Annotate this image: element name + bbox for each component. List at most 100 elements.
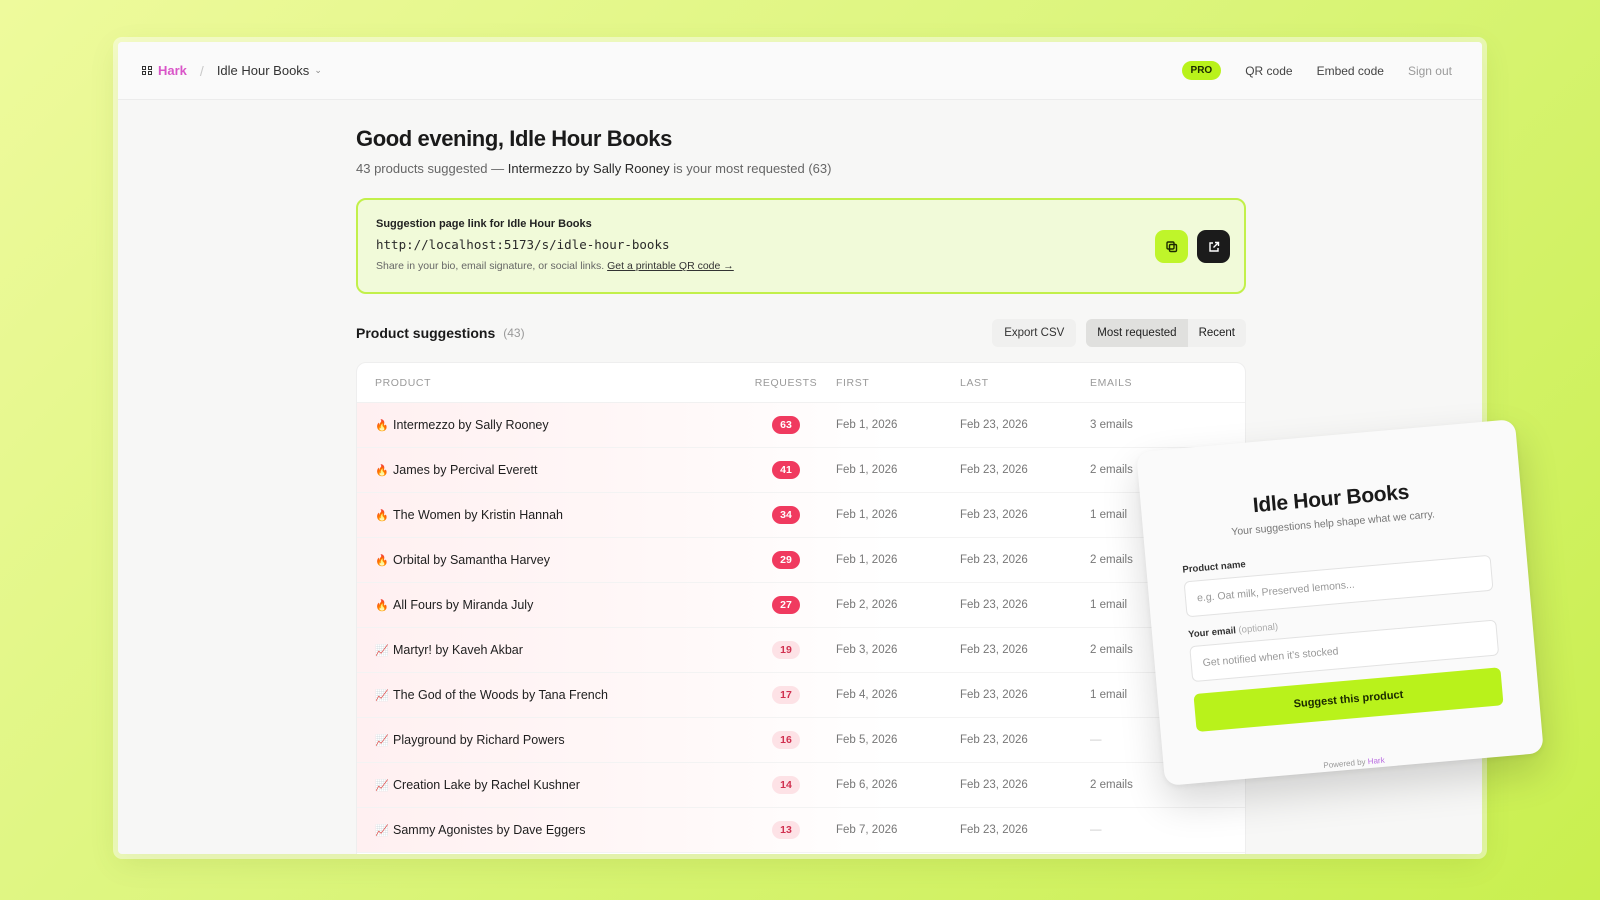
cell-product: 🔥 Intermezzo by Sally Rooney [357, 418, 742, 432]
suggestions-count: (43) [503, 326, 525, 340]
copy-link-button[interactable] [1155, 230, 1188, 263]
top-nav: PRO QR code Embed code Sign out [1181, 61, 1452, 80]
cell-requests: 63 [742, 416, 830, 434]
cell-last: Feb 23, 2026 [960, 554, 1028, 566]
suggestion-widget-preview: Idle Hour Books Your suggestions help sh… [1136, 419, 1544, 786]
product-name: Sammy Agonistes by Dave Eggers [393, 823, 586, 837]
powered-by-brand[interactable]: Hark [1367, 756, 1385, 766]
cell-requests: 34 [742, 506, 830, 524]
sign-out-link[interactable]: Sign out [1408, 64, 1452, 78]
col-first[interactable]: FIRST [830, 377, 960, 389]
table-row[interactable]: 📈 Playground by Richard Powers 16 Feb 5, 20… [357, 718, 1245, 763]
cell-first: Feb 1, 2026 [836, 419, 898, 431]
sort-most-requested-button[interactable]: Most requested [1086, 319, 1188, 347]
email-label-text: Your email [1187, 625, 1237, 641]
suggestion-url[interactable]: http://localhost:5173/s/idle-hour-books [376, 237, 1226, 252]
table-row[interactable]: 🔥 All Fours by Miranda July 27 Feb 2, 2026 F… [357, 583, 1245, 628]
table-row[interactable]: 🔥 James by Percival Everett 41 Feb 1, 2026 F… [357, 448, 1245, 493]
product-name: Martyr! by Kaveh Akbar [393, 643, 523, 657]
export-csv-button[interactable]: Export CSV [992, 319, 1077, 347]
powered-by-text: Powered by [1323, 757, 1366, 771]
requests-badge: 27 [772, 596, 800, 614]
fire-icon: 🔥 [375, 554, 389, 567]
cell-requests: 16 [742, 731, 830, 749]
trending-icon: 📈 [375, 689, 389, 702]
table-row[interactable]: 🔥 Intermezzo by Sally Rooney 63 Feb 1, 2026… [357, 403, 1245, 448]
brand-logo[interactable]: Hark [142, 63, 187, 78]
requests-badge: 17 [772, 686, 800, 704]
col-last[interactable]: LAST [960, 377, 1090, 389]
copy-icon [1165, 240, 1177, 252]
suggestions-actions: Export CSV Most requested Recent [992, 319, 1246, 347]
page-title: Good evening, Idle Hour Books [356, 126, 672, 151]
fire-icon: 🔥 [375, 599, 389, 612]
cell-product: 🔥 James by Percival Everett [357, 463, 742, 477]
external-link-icon [1208, 241, 1219, 252]
open-link-button[interactable] [1197, 230, 1230, 263]
embed-code-link[interactable]: Embed code [1317, 64, 1384, 78]
table-body: 🔥 Intermezzo by Sally Rooney 63 Feb 1, 2026… [357, 403, 1245, 853]
main-content: Good evening, Idle Hour Books 43 product… [356, 126, 1246, 854]
suggestions-header: Product suggestions (43) Export CSV Most… [356, 318, 1246, 348]
cell-product: 📈 Playground by Richard Powers [357, 733, 742, 747]
fire-icon: 🔥 [375, 509, 389, 522]
qr-code-link[interactable]: QR code [1245, 64, 1292, 78]
product-name: The Women by Kristin Hannah [393, 508, 563, 522]
sort-recent-button[interactable]: Recent [1188, 319, 1246, 347]
trending-icon: 📈 [375, 824, 389, 837]
cell-last: Feb 23, 2026 [960, 734, 1028, 746]
topbar: Hark / Idle Hour Books ⌄ PRO QR code Emb… [118, 42, 1482, 100]
requests-badge: 63 [772, 416, 800, 434]
requests-badge: 16 [772, 731, 800, 749]
table-row[interactable]: 📈 Sammy Agonistes by Dave Eggers 13 Feb 7, … [357, 808, 1245, 853]
breadcrumb-separator: / [199, 62, 204, 79]
table-row[interactable]: 📈 The God of the Woods by Tana French 17 Fe… [357, 673, 1245, 718]
cell-requests: 13 [742, 821, 830, 839]
brand-name: Hark [158, 63, 187, 78]
table-header: PRODUCT REQUESTS FIRST LAST EMAILS [357, 363, 1245, 403]
cell-requests: 41 [742, 461, 830, 479]
chevron-down-icon: ⌄ [314, 65, 322, 75]
cell-requests: 19 [742, 641, 830, 659]
cell-requests: 14 [742, 776, 830, 794]
trending-icon: 📈 [375, 779, 389, 792]
link-card-help: Share in your bio, email signature, or s… [376, 260, 1226, 272]
subtitle-prefix: 43 products suggested — [356, 161, 508, 176]
pro-badge: PRO [1181, 61, 1222, 80]
cell-product: 🔥 Orbital by Samantha Harvey [357, 553, 742, 567]
cell-first: Feb 4, 2026 [836, 689, 898, 701]
requests-badge: 29 [772, 551, 800, 569]
link-card-title: Suggestion page link for Idle Hour Books [376, 218, 592, 230]
cell-requests: 29 [742, 551, 830, 569]
cell-requests: 17 [742, 686, 830, 704]
product-name: Playground by Richard Powers [393, 733, 565, 747]
table-row[interactable]: 🔥 Orbital by Samantha Harvey 29 Feb 1, 2026… [357, 538, 1245, 583]
requests-badge: 19 [772, 641, 800, 659]
product-name: Orbital by Samantha Harvey [393, 553, 551, 567]
suggestion-link-card: Suggestion page link for Idle Hour Books… [356, 198, 1246, 294]
cell-product: 📈 Sammy Agonistes by Dave Eggers [357, 823, 742, 837]
col-emails[interactable]: EMAILS [1090, 377, 1240, 389]
col-product[interactable]: PRODUCT [357, 377, 742, 389]
link-card-help-text: Share in your bio, email signature, or s… [376, 260, 605, 272]
trending-icon: 📈 [375, 734, 389, 747]
cell-last: Feb 23, 2026 [960, 644, 1028, 656]
cell-emails: — [1090, 824, 1102, 836]
product-name: Creation Lake by Rachel Kushner [393, 778, 580, 792]
col-requests[interactable]: REQUESTS [742, 377, 830, 389]
email-optional-text: (optional) [1238, 621, 1279, 636]
cell-first: Feb 7, 2026 [836, 824, 898, 836]
table-row[interactable]: 🔥 The Women by Kristin Hannah 34 Feb 1, 202… [357, 493, 1245, 538]
table-row[interactable]: 📈 Martyr! by Kaveh Akbar 19 Feb 3, 2026 Feb … [357, 628, 1245, 673]
cell-last: Feb 23, 2026 [960, 464, 1028, 476]
table-row[interactable]: 📈 Creation Lake by Rachel Kushner 14 Feb 6,… [357, 763, 1245, 808]
cell-product: 🔥 The Women by Kristin Hannah [357, 508, 742, 522]
cell-last: Feb 23, 2026 [960, 509, 1028, 521]
suggestions-table: PRODUCT REQUESTS FIRST LAST EMAILS 🔥 Inte… [356, 362, 1246, 854]
printable-qr-link[interactable]: Get a printable QR code → [607, 260, 734, 272]
shop-switcher[interactable]: Idle Hour Books ⌄ [217, 63, 322, 78]
cell-product: 📈 The God of the Woods by Tana French [357, 688, 742, 702]
cell-first: Feb 3, 2026 [836, 644, 898, 656]
cell-first: Feb 1, 2026 [836, 464, 898, 476]
fire-icon: 🔥 [375, 464, 389, 477]
